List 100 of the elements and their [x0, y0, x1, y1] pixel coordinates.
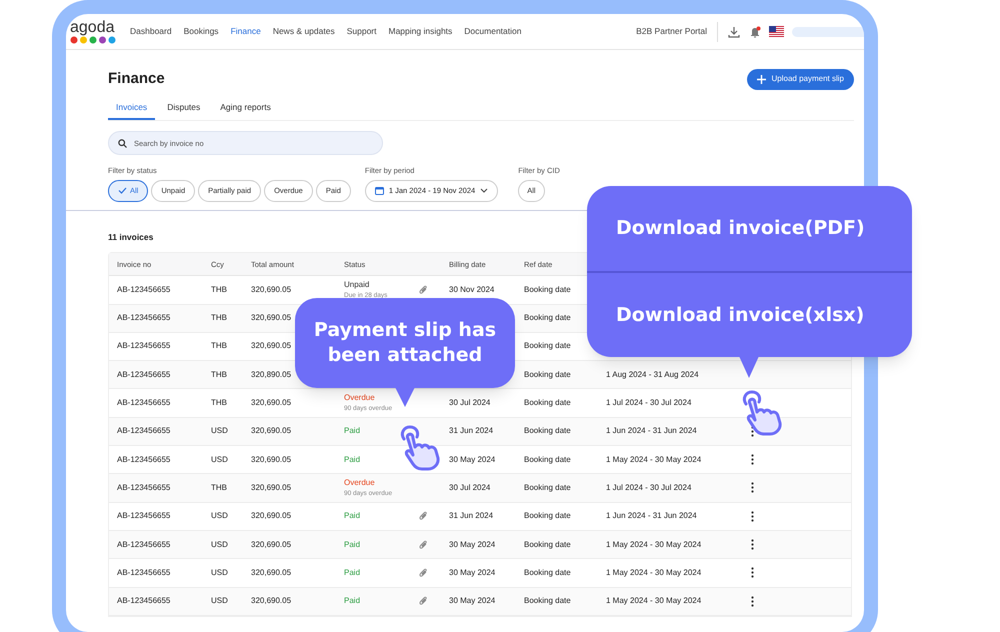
table-cell-text: 320,890.05: [251, 368, 292, 381]
table-cell-text: Booking date: [524, 397, 572, 410]
table-cell-text: USD: [211, 425, 229, 438]
table-cell-text: 320,690.05: [251, 538, 292, 551]
search-icon: [118, 138, 127, 148]
table-cell-text: 1 Aug 2024 - 31 Aug 2024: [606, 368, 700, 381]
table-cell-text: THB: [211, 397, 228, 410]
paperclip-icon[interactable]: [419, 596, 428, 606]
table-cell-text: AB-123456655: [117, 482, 172, 494]
table-cell-text: Booking date: [524, 368, 572, 381]
paperclip-icon[interactable]: [419, 540, 428, 550]
nav-link[interactable]: Bookings: [184, 25, 219, 38]
more-options-icon[interactable]: [751, 510, 754, 522]
status-label: Overdue: [344, 392, 375, 404]
portal-label: B2B Partner Portal: [636, 22, 718, 42]
status-label: Paid: [344, 538, 360, 551]
table-cell-text: 30 Jul 2024: [449, 482, 492, 494]
table-cell-text: 1 Jun 2024 - 31 Jun 2024: [606, 510, 698, 522]
download-icon[interactable]: [728, 26, 740, 38]
nav-link[interactable]: Dashboard: [130, 25, 172, 38]
table-cell-text: Booking date: [524, 510, 572, 522]
table-cell-text: 320,690.05: [251, 454, 292, 466]
table-cell-text: AB-123456655: [117, 595, 172, 608]
nav-link[interactable]: Documentation: [464, 25, 522, 38]
paperclip-icon[interactable]: [419, 284, 428, 295]
table-cell-text: AB-123456655: [117, 510, 172, 522]
table-cell-text: AB-123456655: [117, 538, 172, 551]
plus-icon: [756, 74, 766, 84]
flag-icon[interactable]: [769, 26, 784, 37]
table-cell-text: Booking date: [524, 340, 572, 352]
table-cell-text: 30 May 2024: [449, 595, 496, 608]
status-label: Paid: [344, 510, 360, 522]
table-cell-text: 320,690.05: [251, 312, 292, 324]
chevron-down-icon: [480, 188, 488, 193]
more-options-icon[interactable]: [751, 596, 754, 607]
table-cell-text: Booking date: [524, 595, 572, 608]
table-cell-text: AB-123456655: [117, 425, 172, 438]
more-options-icon[interactable]: [751, 454, 754, 466]
table-cell-text: Booking date: [524, 566, 572, 579]
table-cell-text: AB-123456655: [117, 312, 172, 324]
tab[interactable]: Disputes: [159, 100, 208, 120]
table-cell-text: 320,690.05: [251, 425, 292, 438]
nav-link[interactable]: Support: [346, 25, 376, 38]
table-cell-text: 320,690.05: [251, 397, 292, 410]
check-icon: [118, 187, 127, 194]
table-cell-text: Booking date: [524, 312, 572, 324]
more-options-icon[interactable]: [751, 482, 754, 494]
status-label: Paid: [344, 454, 360, 466]
table-cell-text: USD: [211, 510, 229, 522]
table-cell-text: 1 May 2024 - 30 May 2024: [606, 595, 702, 608]
menu-item[interactable]: Download invoice(xlsx): [587, 270, 912, 357]
table-cell-text: Booking date: [524, 425, 572, 438]
callout-text: Payment slip has been attached: [312, 318, 498, 368]
nav-link[interactable]: Mapping insights: [388, 25, 452, 38]
table-cell-text: Booking date: [524, 538, 572, 551]
upload-button[interactable]: Upload payment slip: [746, 68, 854, 90]
table-cell-text: 1 Jul 2024 - 30 Jul 2024: [606, 397, 692, 410]
table-cell-text: THB: [211, 368, 228, 381]
table-cell-text: 1 May 2024 - 30 May 2024: [606, 566, 702, 579]
menu-item[interactable]: Download invoice(PDF): [587, 186, 912, 270]
table-cell-text: 30 Jul 2024: [449, 397, 492, 410]
table-cell-text: AB-123456655: [117, 454, 172, 466]
table-cell-text: USD: [211, 454, 229, 466]
status-label: Paid: [344, 425, 360, 438]
tab[interactable]: Aging reports: [212, 100, 279, 120]
table-cell-text: 30 May 2024: [449, 454, 496, 466]
table-cell-text: 320,690.05: [251, 284, 292, 296]
status-label: Paid: [344, 566, 360, 579]
tab[interactable]: Invoices: [108, 100, 156, 120]
table-cell-text: 1 Jun 2024 - 31 Jun 2024: [606, 425, 698, 438]
table-cell-text: THB: [211, 482, 228, 494]
table-cell-text: USD: [211, 595, 229, 608]
table-cell-text: Booking date: [524, 284, 572, 296]
calendar-icon: [374, 186, 384, 195]
table-cell-text: THB: [211, 284, 228, 296]
table-cell-text: Booking date: [524, 454, 572, 466]
table-cell-text: 31 Jun 2024: [449, 510, 494, 522]
invoice-count: 11 invoices: [108, 230, 154, 244]
logo-dots-icon: [70, 36, 116, 44]
table-cell-text: THB: [211, 312, 228, 324]
table-cell-text: AB-123456655: [117, 284, 172, 296]
bell-icon[interactable]: [749, 26, 761, 38]
table-cell-text: AB-123456655: [117, 340, 172, 352]
table-cell-text: 30 Nov 2024: [449, 284, 496, 296]
table-cell-text: AB-123456655: [117, 368, 172, 381]
more-options-icon[interactable]: [751, 567, 754, 578]
paperclip-icon[interactable]: [419, 511, 428, 522]
table-cell-text: 1 May 2024 - 30 May 2024: [606, 454, 702, 466]
more-options-icon[interactable]: [751, 539, 754, 550]
nav-link[interactable]: News & updates: [272, 25, 335, 38]
table-cell-text: 30 May 2024: [449, 566, 496, 579]
table-cell-text: Booking date: [524, 482, 572, 494]
table-cell-text: AB-123456655: [117, 566, 172, 579]
nav-link[interactable]: Finance: [230, 25, 261, 38]
table-cell-text: 1 Jul 2024 - 30 Jul 2024: [606, 482, 692, 494]
table-cell-text: THB: [211, 340, 228, 352]
table-cell-text: USD: [211, 566, 229, 579]
paperclip-icon[interactable]: [419, 568, 428, 578]
status-label: Paid: [344, 595, 360, 608]
table-cell-text: 320,690.05: [251, 482, 292, 494]
